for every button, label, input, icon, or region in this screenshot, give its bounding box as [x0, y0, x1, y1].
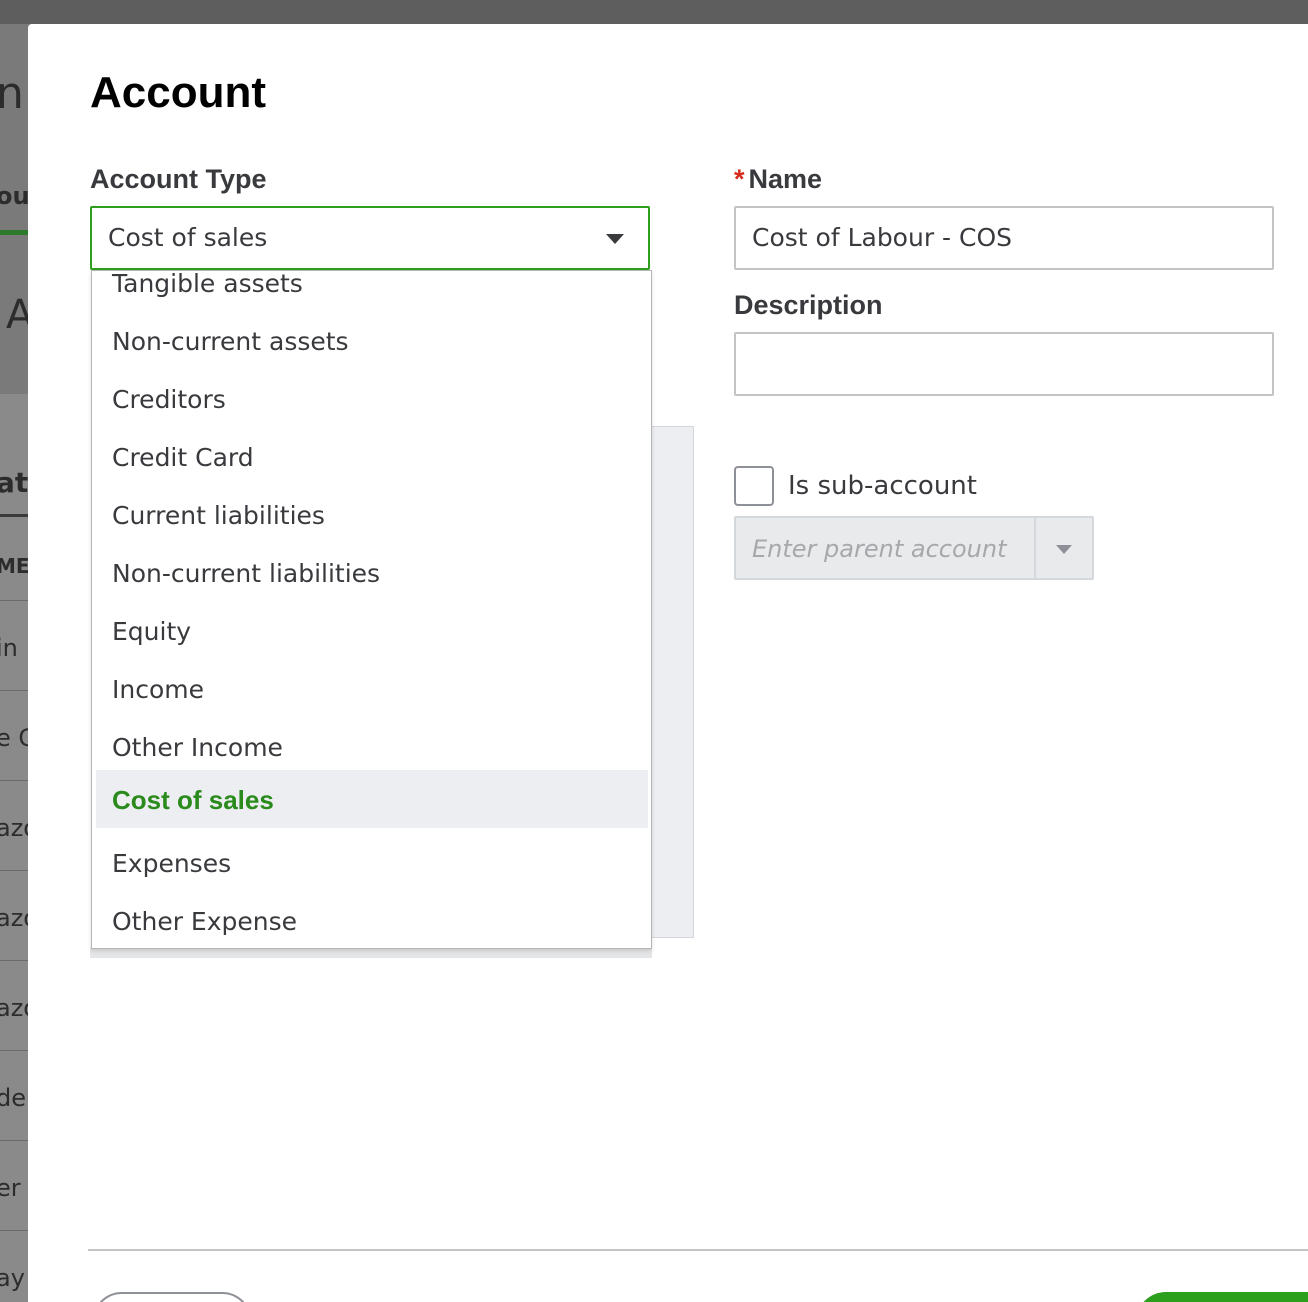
option-label: Non-current liabilities [112, 559, 381, 588]
detail-type-panel [650, 426, 694, 938]
name-input[interactable]: Cost of Labour - COS [734, 206, 1274, 270]
background-text: er [0, 1174, 21, 1202]
dropdown-shadow [90, 948, 652, 958]
background-text: in [0, 634, 18, 662]
option-label: Equity [112, 617, 192, 646]
chevron-down-icon[interactable] [1056, 545, 1072, 554]
dropdown-option-current-liabilities[interactable]: Current liabilities [96, 486, 648, 544]
sub-account-label[interactable]: Is sub-account [788, 471, 977, 501]
description-input[interactable] [734, 332, 1274, 396]
option-label: Current liabilities [112, 501, 325, 530]
dropdown-option-expenses[interactable]: Expenses [96, 834, 648, 892]
name-input-value: Cost of Labour - COS [752, 223, 1013, 252]
background-text: de [0, 1084, 26, 1112]
name-label: * Name [734, 164, 822, 195]
option-label: Expenses [112, 849, 232, 878]
name-label-text: Name [748, 164, 823, 194]
save-button[interactable] [1136, 1292, 1308, 1302]
dropdown-option-income[interactable]: Income [96, 660, 648, 718]
option-label: Other Income [112, 733, 283, 762]
cancel-button[interactable] [92, 1292, 252, 1302]
account-type-value: Cost of sales [108, 223, 268, 252]
dropdown-option-creditors[interactable]: Creditors [96, 370, 648, 428]
option-label: Creditors [112, 385, 226, 414]
dropdown-option-cost-of-sales[interactable]: Cost of sales [96, 770, 648, 828]
account-type-select[interactable]: Cost of sales [90, 206, 650, 270]
dropdown-option-other-income[interactable]: Other Income [96, 718, 648, 776]
background-text: at [0, 466, 29, 499]
parent-select-divider [1034, 518, 1036, 578]
chevron-down-icon[interactable] [606, 234, 624, 244]
option-label: Non-current assets [112, 327, 349, 356]
required-marker: * [734, 164, 745, 194]
dropdown-option-tangible-assets[interactable]: Tangible assets [96, 270, 648, 312]
parent-account-select[interactable]: Enter parent account [734, 516, 1094, 580]
footer-divider [88, 1249, 1308, 1251]
option-label: Cost of sales [112, 785, 274, 815]
option-label: Income [112, 675, 204, 704]
parent-account-placeholder: Enter parent account [752, 535, 1007, 563]
account-modal: Account Account Type Cost of sales Tangi… [28, 24, 1308, 1302]
modal-title: Account [90, 68, 266, 117]
background-text: ay [0, 1264, 25, 1292]
option-label: Other Expense [112, 907, 298, 936]
account-type-dropdown[interactable]: Tangible assets Non-current assets Credi… [91, 270, 652, 949]
account-type-label: Account Type [90, 164, 267, 194]
option-label: Tangible assets [112, 270, 303, 298]
background-text: n [0, 68, 24, 119]
dropdown-option-non-current-assets[interactable]: Non-current assets [96, 312, 648, 370]
dropdown-option-non-current-liabilities[interactable]: Non-current liabilities [96, 544, 648, 602]
background-text: ou [0, 182, 30, 210]
dropdown-option-equity[interactable]: Equity [96, 602, 648, 660]
dropdown-option-credit-card[interactable]: Credit Card [96, 428, 648, 486]
sub-account-checkbox[interactable] [734, 466, 774, 506]
option-label: Credit Card [112, 443, 254, 472]
background-text: ME [0, 554, 30, 578]
dropdown-option-other-expense[interactable]: Other Expense [96, 892, 648, 948]
description-label: Description [734, 290, 883, 320]
